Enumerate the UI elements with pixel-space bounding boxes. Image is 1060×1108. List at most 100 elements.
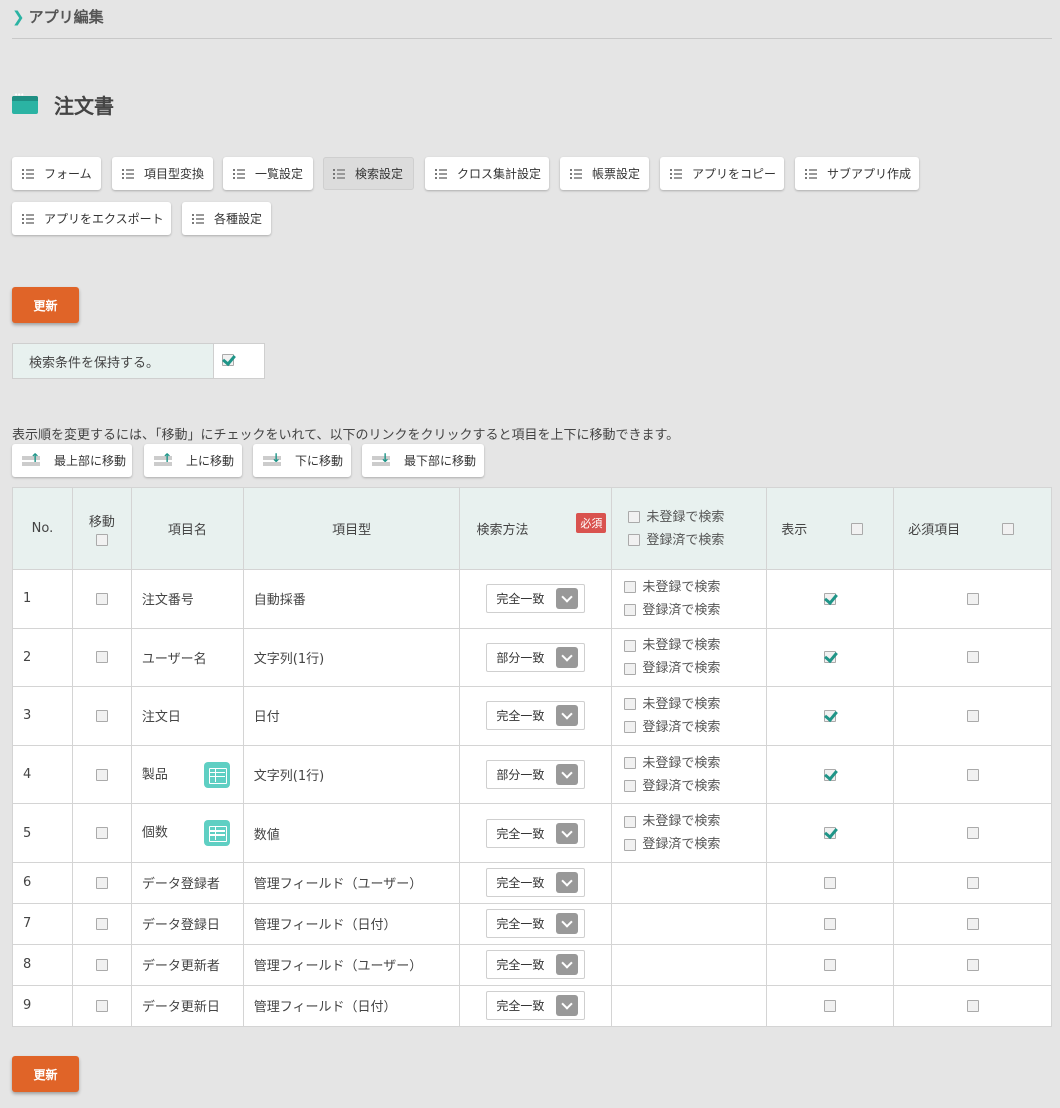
row-field-name: 個数 (130, 803, 244, 863)
tab-crosstab-settings[interactable]: クロス集計設定 (425, 157, 549, 190)
search-method-select[interactable]: 完全一致 (486, 950, 586, 980)
row-search-method-cell: 完全一致 (459, 902, 613, 945)
keep-condition-checkbox[interactable] (222, 354, 234, 366)
update-button-bottom[interactable]: 更新 (12, 1056, 79, 1092)
registered-checkbox[interactable] (624, 721, 637, 734)
tab-report-settings[interactable]: 帳票設定 (560, 157, 649, 190)
row-registration-cell: 未登録で検索 登録済で検索 (611, 627, 768, 688)
row-no: 2 (12, 627, 73, 688)
row-move-checkbox[interactable] (95, 876, 108, 889)
required-checkbox[interactable] (966, 958, 979, 971)
display-checkbox[interactable] (824, 958, 837, 971)
row-move-checkbox[interactable] (95, 827, 108, 840)
search-method-select[interactable]: 完全一致 (486, 701, 586, 731)
tab-copy-app[interactable]: アプリをコピー (660, 157, 784, 190)
row-move-checkbox[interactable] (95, 958, 108, 971)
header-field-type: 項目型 (242, 487, 461, 570)
row-search-method-cell: 完全一致 (459, 861, 613, 904)
registered-checkbox[interactable] (624, 780, 637, 793)
list-icon (233, 168, 245, 179)
tab-export-app[interactable]: アプリをエクスポート (12, 202, 171, 235)
display-checkbox[interactable] (824, 999, 837, 1012)
list-icon (333, 168, 345, 179)
search-method-select[interactable]: 完全一致 (486, 868, 586, 898)
required-badge: 必須 (576, 513, 607, 533)
display-checkbox[interactable] (824, 592, 837, 605)
tab-list-settings[interactable]: 一覧設定 (223, 157, 313, 190)
row-registration-cell (611, 861, 768, 904)
row-required-cell (893, 744, 1052, 805)
search-method-select[interactable]: 完全一致 (486, 991, 586, 1021)
display-all-checkbox[interactable] (851, 522, 864, 535)
unregistered-checkbox[interactable] (624, 581, 637, 594)
row-display-cell (766, 861, 895, 904)
tab-form[interactable]: フォーム (12, 157, 101, 190)
unregistered-checkbox[interactable] (624, 757, 637, 770)
row-registration-cell: 未登録で検索 登録済で検索 (611, 686, 768, 746)
required-checkbox[interactable] (966, 768, 979, 781)
registered-checkbox[interactable] (624, 662, 637, 675)
registered-checkbox[interactable] (624, 838, 637, 851)
tab-create-subapp[interactable]: サブアプリ作成 (795, 157, 919, 190)
row-required-cell (893, 569, 1052, 629)
display-checkbox[interactable] (824, 709, 837, 722)
tab-field-type-convert[interactable]: 項目型変換 (112, 157, 213, 190)
row-registration-cell (611, 943, 768, 986)
search-method-select[interactable]: 完全一致 (486, 818, 586, 848)
move-down-button[interactable]: ↓ 下に移動 (253, 444, 351, 477)
row-move-checkbox[interactable] (95, 651, 108, 664)
tab-misc-settings[interactable]: 各種設定 (182, 202, 271, 235)
update-button[interactable]: 更新 (12, 287, 79, 323)
required-checkbox[interactable] (966, 999, 979, 1012)
required-checkbox[interactable] (966, 917, 979, 930)
display-checkbox[interactable] (824, 768, 837, 781)
unregistered-all-checkbox[interactable] (628, 511, 641, 523)
breadcrumb[interactable]: ❯ アプリ編集 (12, 6, 104, 27)
row-display-cell (766, 943, 895, 986)
table-row: 6 データ登録者 管理フィールド（ユーザー） 完全一致 (12, 861, 1052, 904)
required-checkbox[interactable] (966, 876, 979, 889)
row-move-cell (71, 627, 132, 688)
required-checkbox[interactable] (966, 709, 979, 722)
display-checkbox[interactable] (824, 827, 837, 840)
required-checkbox[interactable] (966, 827, 979, 840)
required-checkbox[interactable] (966, 651, 979, 664)
reorder-instruction: 表示順を変更するには、「移動」にチェックをいれて、以下のリンクをクリックすると項… (12, 428, 680, 443)
display-checkbox[interactable] (824, 917, 837, 930)
row-move-checkbox[interactable] (95, 917, 108, 930)
row-field-type: 管理フィールド（日付） (242, 902, 461, 945)
chevron-down-icon (556, 764, 579, 786)
row-display-cell (766, 984, 895, 1027)
registered-all-checkbox[interactable] (628, 534, 641, 546)
table-icon[interactable] (203, 820, 230, 847)
row-move-checkbox[interactable] (95, 768, 108, 781)
display-checkbox[interactable] (824, 651, 837, 664)
move-up-button[interactable]: ↑ 上に移動 (144, 444, 242, 477)
required-all-checkbox[interactable] (1002, 522, 1015, 535)
move-bottom-button[interactable]: ↓ 最下部に移動 (362, 444, 484, 477)
move-all-checkbox[interactable] (95, 534, 108, 546)
search-method-select[interactable]: 部分一致 (486, 642, 586, 672)
search-method-select[interactable]: 完全一致 (486, 584, 586, 614)
row-required-cell (893, 984, 1052, 1027)
keep-condition-cell (214, 344, 264, 378)
chevron-down-icon (556, 954, 579, 976)
display-checkbox[interactable] (824, 876, 837, 889)
move-top-button[interactable]: ↑ 最上部に移動 (12, 444, 132, 477)
header-field-name: 項目名 (130, 487, 244, 570)
header-search-method: 検索方法 必須 (459, 487, 613, 570)
registered-checkbox[interactable] (624, 604, 637, 617)
row-move-checkbox[interactable] (95, 709, 108, 722)
row-required-cell (893, 686, 1052, 746)
chevron-down-icon (556, 995, 579, 1017)
search-method-select[interactable]: 完全一致 (486, 909, 586, 939)
row-move-checkbox[interactable] (95, 592, 108, 605)
unregistered-checkbox[interactable] (624, 698, 637, 711)
unregistered-checkbox[interactable] (624, 639, 637, 652)
required-checkbox[interactable] (966, 592, 979, 605)
tab-search-settings[interactable]: 検索設定 (323, 157, 414, 190)
unregistered-checkbox[interactable] (624, 815, 637, 828)
row-move-checkbox[interactable] (95, 999, 108, 1012)
table-icon[interactable] (203, 761, 230, 788)
search-method-select[interactable]: 部分一致 (486, 760, 586, 790)
